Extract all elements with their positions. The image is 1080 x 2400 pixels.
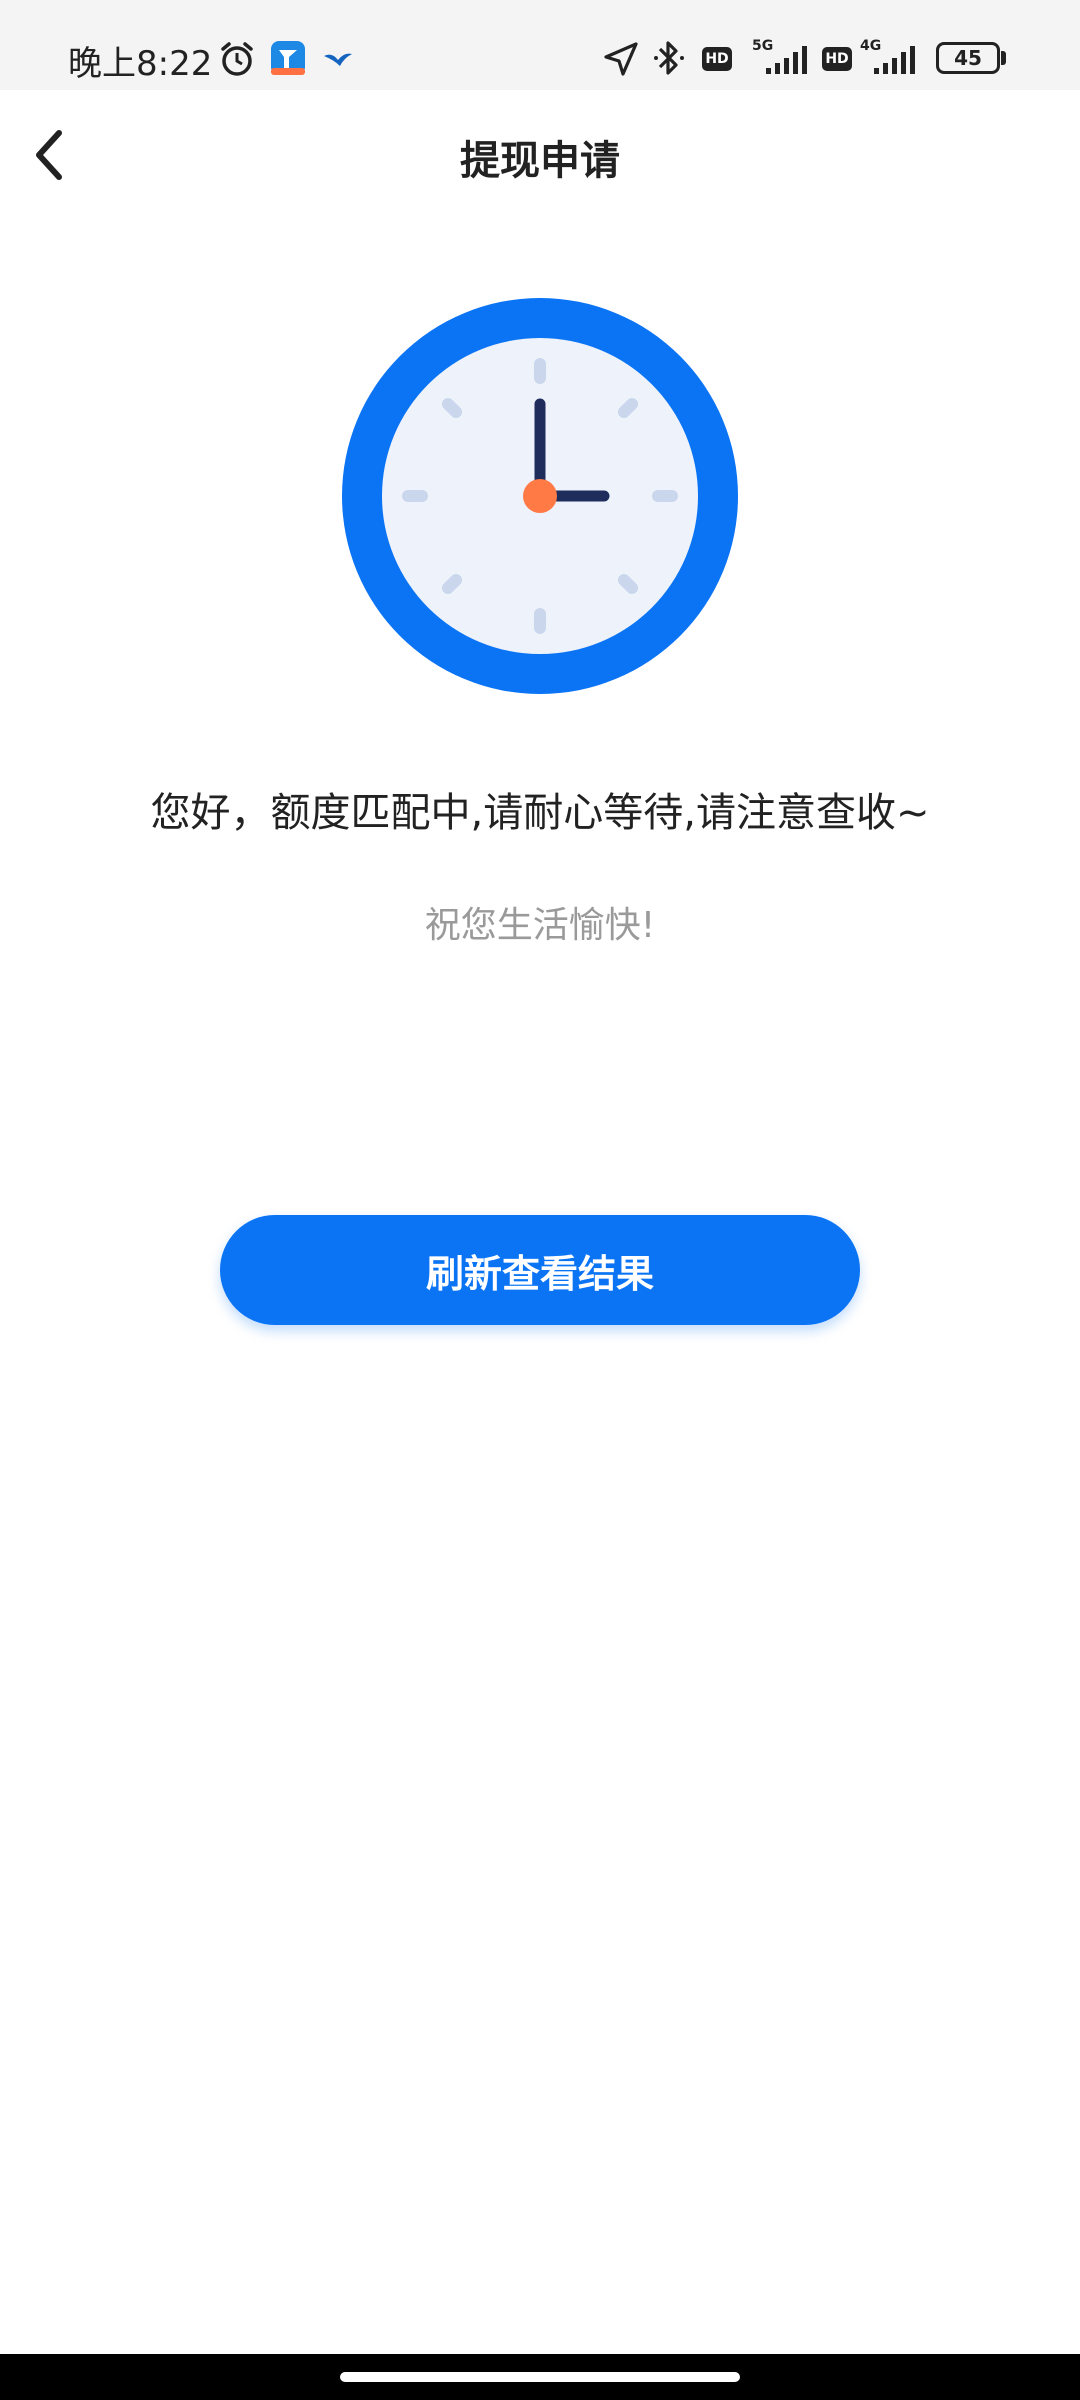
hd-badge-2: HD bbox=[822, 47, 852, 71]
clock-illustration bbox=[340, 296, 740, 696]
location-icon bbox=[604, 42, 638, 76]
nav-bar: 提现申请 bbox=[0, 90, 1080, 220]
signal-icon-2 bbox=[874, 46, 915, 74]
page-title: 提现申请 bbox=[460, 138, 620, 184]
clock-icon bbox=[342, 298, 738, 694]
battery-tip bbox=[1001, 51, 1006, 65]
status-bar: 晚上8:22 HD 5G HD 4G 45 bbox=[0, 0, 1080, 90]
alarm-icon bbox=[221, 42, 253, 76]
signal-icon bbox=[766, 46, 807, 74]
greeting-message: 祝您生活愉快! bbox=[424, 905, 656, 946]
hd-badge-1: HD bbox=[702, 47, 732, 71]
app-notification-icon bbox=[271, 41, 305, 75]
bird-app-icon bbox=[324, 53, 352, 66]
bluetooth-icon bbox=[654, 41, 684, 75]
status-message: 您好，额度匹配中,请耐心等待,请注意查收~ bbox=[150, 790, 930, 836]
status-time: 晚上8:22 bbox=[68, 44, 213, 84]
home-indicator[interactable] bbox=[340, 2372, 740, 2382]
system-nav-bar bbox=[0, 2354, 1080, 2400]
battery-indicator: 45 bbox=[936, 42, 1000, 74]
refresh-result-button[interactable]: 刷新查看结果 bbox=[220, 1215, 860, 1325]
